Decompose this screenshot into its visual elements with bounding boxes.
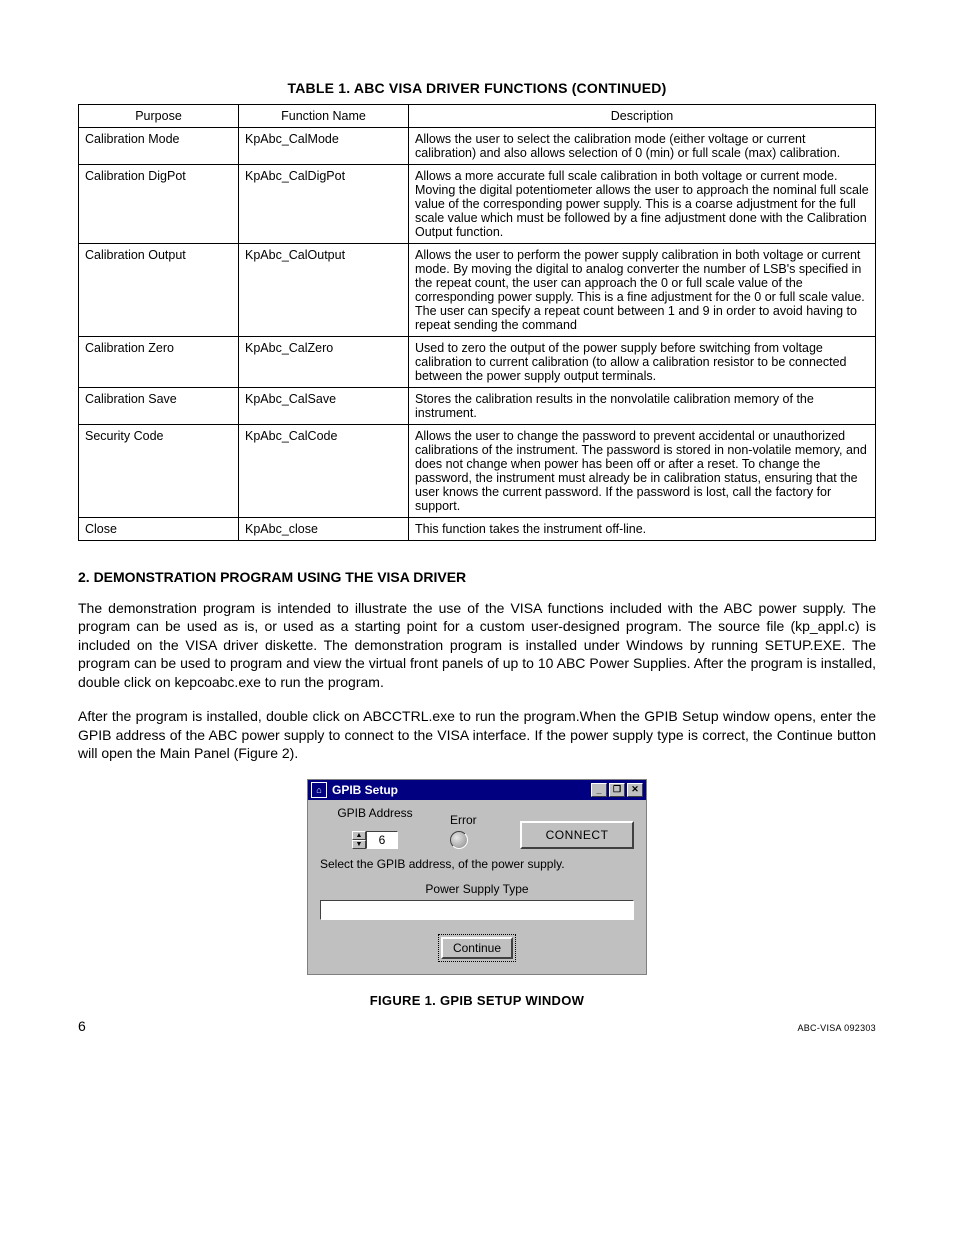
maximize-button[interactable]: ❐ — [609, 783, 625, 797]
gpib-setup-window: ⌂ GPIB Setup _ ❐ ✕ GPIB Address ▲ ▼ — [307, 779, 647, 975]
table-row: Calibration Save KpAbc_CalSave Stores th… — [79, 388, 876, 425]
cell-purpose: Calibration DigPot — [79, 165, 239, 244]
col-header-function: Function Name — [239, 105, 409, 128]
figure-1-caption: FIGURE 1. GPIB SETUP WINDOW — [78, 993, 876, 1008]
cell-func: KpAbc_CalSave — [239, 388, 409, 425]
page-number: 6 — [78, 1018, 86, 1034]
cell-func: KpAbc_CalDigPot — [239, 165, 409, 244]
gpib-address-stepper[interactable]: ▲ ▼ — [352, 831, 398, 849]
cell-purpose: Calibration Zero — [79, 337, 239, 388]
close-button[interactable]: ✕ — [627, 783, 643, 797]
app-icon: ⌂ — [311, 782, 327, 798]
table-title: TABLE 1. ABC VISA DRIVER FUNCTIONS (CONT… — [78, 80, 876, 96]
continue-button-label: Continue — [441, 937, 513, 959]
cell-desc: Allows the user to select the calibratio… — [409, 128, 876, 165]
gpib-address-label: GPIB Address — [320, 806, 430, 820]
cell-func: KpAbc_CalZero — [239, 337, 409, 388]
power-supply-type-field[interactable] — [320, 900, 634, 920]
cell-purpose: Close — [79, 518, 239, 541]
cell-purpose: Calibration Mode — [79, 128, 239, 165]
table-row: Calibration Zero KpAbc_CalZero Used to z… — [79, 337, 876, 388]
gpib-address-input[interactable] — [366, 831, 398, 849]
document-id: ABC-VISA 092303 — [797, 1023, 876, 1033]
cell-func: KpAbc_CalMode — [239, 128, 409, 165]
table-row: Security Code KpAbc_CalCode Allows the u… — [79, 425, 876, 518]
col-header-purpose: Purpose — [79, 105, 239, 128]
table-row: Calibration Output KpAbc_CalOutput Allow… — [79, 244, 876, 337]
cell-func: KpAbc_close — [239, 518, 409, 541]
connect-button[interactable]: CONNECT — [520, 821, 634, 849]
titlebar: ⌂ GPIB Setup _ ❐ ✕ — [308, 780, 646, 800]
section-2-para-1: The demonstration program is intended to… — [78, 599, 876, 691]
section-2-heading: 2. DEMONSTRATION PROGRAM USING THE VISA … — [78, 569, 876, 585]
cell-func: KpAbc_CalCode — [239, 425, 409, 518]
cell-purpose: Security Code — [79, 425, 239, 518]
cell-desc: Stores the calibration results in the no… — [409, 388, 876, 425]
window-title: GPIB Setup — [332, 783, 398, 797]
table-row: Close KpAbc_close This function takes th… — [79, 518, 876, 541]
col-header-description: Description — [409, 105, 876, 128]
figure-1: ⌂ GPIB Setup _ ❐ ✕ GPIB Address ▲ ▼ — [78, 779, 876, 975]
stepper-up-icon[interactable]: ▲ — [352, 831, 366, 840]
error-label: Error — [450, 813, 500, 827]
table-row: Calibration DigPot KpAbc_CalDigPot Allow… — [79, 165, 876, 244]
visa-functions-table: Purpose Function Name Description Calibr… — [78, 104, 876, 541]
cell-purpose: Calibration Output — [79, 244, 239, 337]
stepper-down-icon[interactable]: ▼ — [352, 840, 366, 849]
cell-desc: Allows the user to change the password t… — [409, 425, 876, 518]
cell-desc: This function takes the instrument off-l… — [409, 518, 876, 541]
minimize-button[interactable]: _ — [591, 783, 607, 797]
cell-desc: Allows the user to perform the power sup… — [409, 244, 876, 337]
power-supply-type-label: Power Supply Type — [320, 882, 634, 896]
cell-purpose: Calibration Save — [79, 388, 239, 425]
gpib-hint-text: Select the GPIB address, of the power su… — [320, 857, 634, 872]
cell-func: KpAbc_CalOutput — [239, 244, 409, 337]
error-led-icon — [450, 831, 468, 849]
cell-desc: Used to zero the output of the power sup… — [409, 337, 876, 388]
continue-button[interactable]: Continue — [438, 934, 516, 962]
table-row: Calibration Mode KpAbc_CalMode Allows th… — [79, 128, 876, 165]
cell-desc: Allows a more accurate full scale calibr… — [409, 165, 876, 244]
section-2-para-2: After the program is installed, double c… — [78, 707, 876, 762]
